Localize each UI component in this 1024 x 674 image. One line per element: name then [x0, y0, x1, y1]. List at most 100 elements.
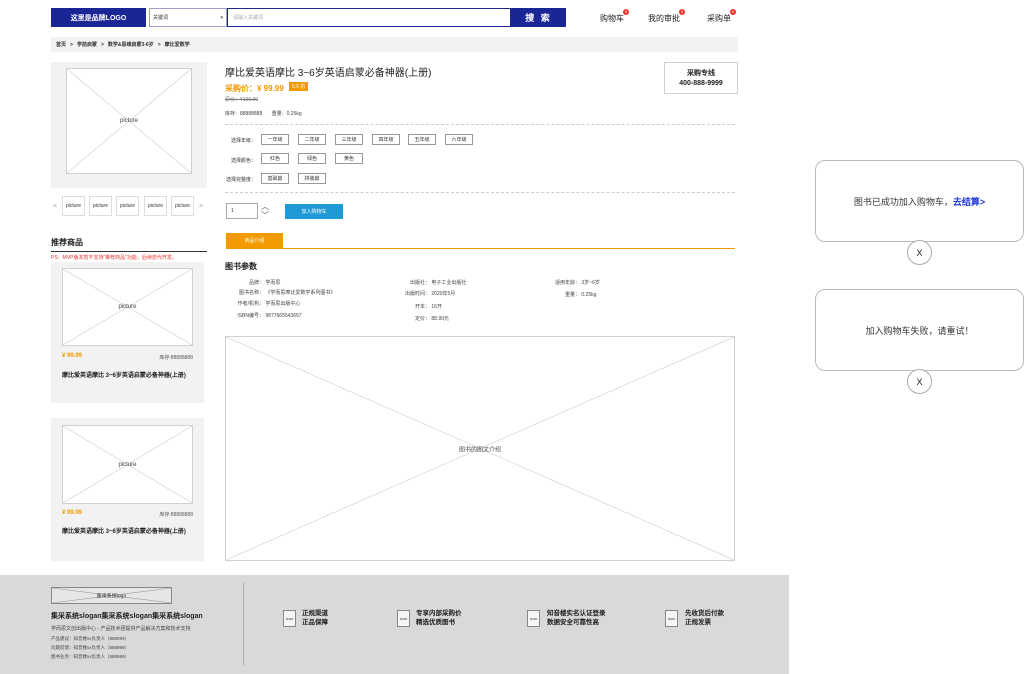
breadcrumb-item-current: 摩比爱数学 — [164, 42, 190, 48]
param-key: 定价： — [414, 316, 430, 322]
param-key: 开本： — [414, 304, 430, 310]
option-grade-4[interactable]: 四年级 — [372, 134, 400, 145]
footer-slogan: 集采系统slogan集采系统slogan集采系统slogan — [51, 613, 203, 620]
option-color-yellow[interactable]: 黄色 — [335, 153, 363, 164]
feature-icon: icon — [527, 610, 540, 627]
hotline-number: 400-888-9999 — [679, 80, 723, 87]
feature-icon: icon — [283, 610, 296, 627]
param-value: 3岁~6岁 — [581, 280, 600, 286]
toast-failure-text: 加入购物车失败，请重试！ — [865, 325, 974, 336]
param-key: 品牌： — [248, 280, 264, 286]
recommend-card-image: picture — [62, 268, 193, 346]
feature-line: 先收货后付款 — [685, 610, 724, 617]
param-weight: 重量： 0.25kg — [550, 291, 596, 298]
checkout-link[interactable]: 去结算> — [953, 195, 985, 208]
option-color-green[interactable]: 绿色 — [298, 153, 326, 164]
stock-info: 库存：88888888 重量：0.25kg — [225, 110, 302, 117]
brand-logo[interactable]: 这里是品牌LOGO — [51, 8, 146, 27]
footer-logo: 集采系统logo — [51, 587, 172, 604]
breadcrumb-item-math[interactable]: 数学&思维启蒙3-6岁 — [108, 41, 154, 48]
purchase-hotline: 采购专线 400-888-9999 — [664, 62, 738, 94]
option-color-red[interactable]: 红色 — [261, 153, 289, 164]
breadcrumb-item-preschool[interactable]: 学前启蒙 — [77, 41, 97, 48]
param-key: ISBN编号： — [237, 313, 264, 319]
header-link-approvals[interactable]: 我的审批 2 — [648, 9, 685, 24]
params-title: 图书参数 — [225, 262, 257, 271]
recommend-card[interactable]: picture ¥ 99.99 库存:88888888 摩比爱英语摩比 3~6岁… — [51, 418, 204, 561]
param-key: 图书名称： — [238, 290, 264, 296]
param-publisher: 出版社： 电子工业出版社 — [400, 279, 466, 286]
search-input[interactable]: 请输入关键词 — [227, 8, 511, 27]
option-grade-6[interactable]: 六年级 — [445, 134, 473, 145]
recommend-card-name[interactable]: 摩比爱英语摩比 3~6岁英语启蒙必备神器(上册) — [62, 372, 193, 381]
option-grade-3[interactable]: 三年级 — [335, 134, 363, 145]
tab-underline — [226, 248, 735, 249]
feature-line: 专享内部采购价 — [416, 610, 462, 617]
thumb-prev-button[interactable]: < — [53, 203, 57, 210]
param-key: 作者/机构： — [237, 301, 264, 307]
tab-product-intro[interactable]: 商品介绍 — [226, 233, 283, 248]
feature-line: 知音楼实名认证登录 — [547, 610, 606, 617]
breadcrumb-separator: > — [70, 41, 73, 48]
thumbnail[interactable]: picture — [89, 196, 112, 216]
search-category-label: 关键词 — [153, 15, 169, 21]
feature-text: 专享内部采购价 精选优质图书 — [416, 609, 462, 627]
image-placeholder-label: picture — [118, 304, 137, 310]
thumbnail[interactable]: picture — [116, 196, 139, 216]
product-price: 采购价：¥ 99.99 — [225, 84, 284, 93]
thumb-next-button[interactable]: > — [199, 203, 203, 210]
divider — [225, 124, 735, 125]
quantity-increase-icon[interactable]: ︿ — [261, 203, 269, 211]
option-basic[interactable]: 基础篇 — [261, 173, 289, 184]
option-grade-5[interactable]: 五年级 — [408, 134, 436, 145]
close-icon[interactable]: X — [907, 240, 932, 265]
main-product-image[interactable]: picture — [66, 68, 192, 174]
count-badge: 2 — [679, 9, 685, 15]
footer-contact: 问题反馈：知音楼xx负责人（888999） — [51, 645, 130, 650]
main-image-frame: picture — [51, 62, 207, 188]
quantity-input[interactable]: 1 — [226, 203, 258, 219]
feature-line: 正规渠道 — [302, 610, 328, 617]
header-link-purchase-list[interactable]: 采购单 0 — [707, 9, 736, 24]
footer-contact: 产品建议：知音楼xx负责人（888999） — [51, 636, 130, 641]
param-value: 2020年5月 — [431, 291, 456, 297]
param-value: 电子工业出版社 — [431, 280, 467, 286]
option-grade-1[interactable]: 一年级 — [261, 134, 289, 145]
param-author: 作者/机构： 学而思出版中心 — [230, 300, 301, 307]
recommend-card-stock: 库存:88888888 — [159, 512, 193, 518]
param-value: 《学而思摩比爱数学系列图书》 — [265, 290, 336, 296]
header-link-label: 我的审批 — [648, 14, 680, 23]
quantity-decrease-icon[interactable]: ﹀ — [261, 212, 269, 220]
count-badge: 0 — [623, 9, 629, 15]
param-isbn: ISBN编号： 9877665543657 — [230, 312, 301, 319]
recommend-card[interactable]: picture ¥ 99.99 库存:88888888 摩比爱英语摩比 3~6岁… — [51, 262, 204, 403]
recommend-card-image: picture — [62, 425, 193, 504]
breadcrumb-item-home[interactable]: 首页 — [56, 41, 66, 48]
option-assembly[interactable]: 拼装篇 — [298, 173, 326, 184]
thumbnail[interactable]: picture — [62, 196, 85, 216]
thumbnail[interactable]: picture — [171, 196, 194, 216]
option-label-completeness: 选择完整度： — [226, 177, 257, 183]
divider — [225, 192, 735, 193]
option-grade-2[interactable]: 二年级 — [298, 134, 326, 145]
param-brand: 品牌： 学而思 — [230, 279, 280, 286]
header-link-cart[interactable]: 购物车 0 — [600, 9, 629, 24]
image-placeholder-label: picture — [119, 118, 138, 124]
add-to-cart-button[interactable]: 加入购物车 — [285, 204, 343, 219]
param-value: 88.99元 — [431, 316, 449, 322]
search-category-select[interactable]: 关键词 ▾ — [149, 8, 227, 27]
thumbnail[interactable]: picture — [144, 196, 167, 216]
toast-success: 图书已成功加入购物车， 去结算> — [815, 160, 1024, 242]
footer-subtitle: 学而思文创出版中心 - 产品技术团提供产品解决方案和技术支持 — [51, 626, 191, 632]
search-button[interactable]: 搜 索 — [511, 8, 566, 27]
chevron-down-icon: ▾ — [220, 15, 223, 21]
close-icon[interactable]: X — [907, 369, 932, 394]
toast-success-text: 图书已成功加入购物车， — [853, 196, 953, 207]
param-value: 学而思出版中心 — [265, 301, 301, 307]
param-value: 16开 — [431, 304, 442, 310]
image-placeholder-label: picture — [118, 461, 137, 468]
breadcrumb-separator: > — [157, 41, 161, 48]
stock-count: 库存：88888888 — [225, 111, 263, 117]
recommend-card-name[interactable]: 摩比爱英语摩比 3~6岁英语启蒙必备神器(上册) — [62, 528, 193, 537]
feature-icon: icon — [397, 610, 410, 627]
